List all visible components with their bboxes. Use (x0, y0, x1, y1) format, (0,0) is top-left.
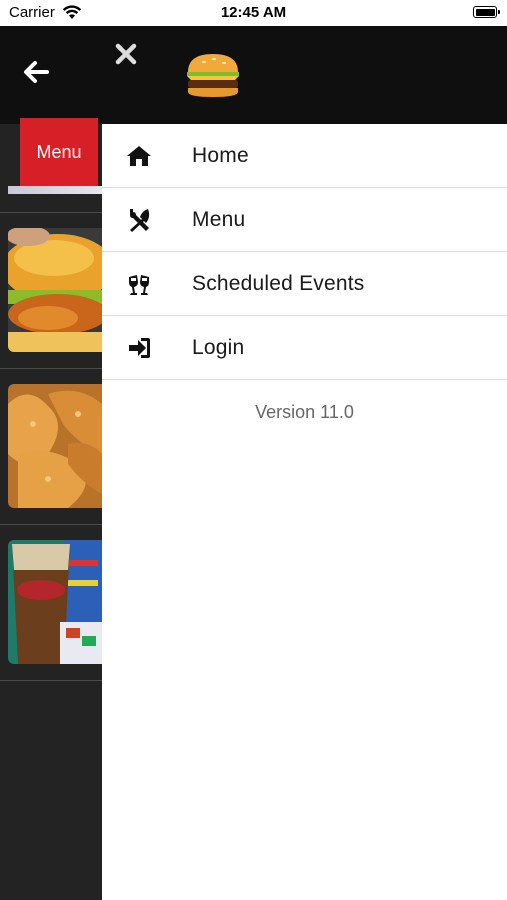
drawer-item-menu[interactable]: Menu (102, 188, 507, 252)
burger-photo (8, 228, 102, 352)
version-label: Version 11.0 (255, 402, 354, 422)
back-arrow-icon[interactable] (20, 56, 52, 88)
drink-cup-photo (8, 540, 102, 664)
utensils-icon (130, 209, 150, 232)
menu-tab-label: Menu (36, 141, 82, 162)
drawer-item-home[interactable]: Home (102, 124, 507, 188)
list-item[interactable] (0, 368, 102, 525)
chicken-tenders-photo (8, 384, 102, 508)
list-item[interactable] (0, 212, 102, 369)
home-icon (127, 146, 151, 166)
drawer-item-label: Menu (192, 207, 246, 231)
cheers-icon (129, 275, 149, 295)
list-item[interactable] (0, 524, 102, 681)
drawer-item-label: Home (192, 143, 249, 167)
drawer-header (102, 26, 507, 124)
close-icon[interactable] (112, 40, 140, 68)
drawer-item-label: Scheduled Events (192, 271, 365, 295)
clock: 12:45 AM (220, 4, 287, 21)
sign-in-icon (129, 338, 150, 358)
menu-tab[interactable]: Menu (20, 118, 98, 186)
drawer-item-login[interactable]: Login (102, 316, 507, 380)
drawer-item-scheduled-events[interactable]: Scheduled Events (102, 252, 507, 316)
battery-icon (473, 6, 500, 18)
drawer-menu-list: Home Menu Scheduled Events Login (102, 124, 507, 380)
drawer-item-label: Login (192, 335, 245, 359)
navigation-drawer: Home Menu Scheduled Events Login Version… (102, 26, 507, 900)
list-item[interactable] (0, 186, 102, 213)
burger-logo-icon (187, 54, 239, 97)
status-bar: Carrier 12:45 AM (0, 0, 507, 26)
